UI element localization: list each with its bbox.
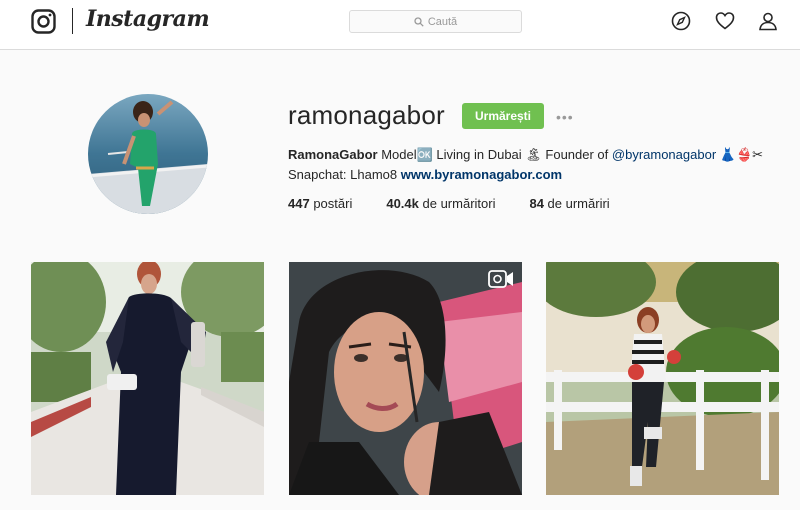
following-stat[interactable]: 84 de urmăriri bbox=[529, 196, 609, 211]
posts-label: postări bbox=[309, 196, 353, 211]
following-label: de urmăriri bbox=[543, 196, 610, 211]
post-photo-2 bbox=[289, 262, 522, 495]
posts-stat: 447 postări bbox=[288, 196, 352, 211]
post-thumbnail-2[interactable] bbox=[289, 262, 522, 495]
bio-snapchat-text: Snapchat: Lhamo8 bbox=[288, 167, 401, 182]
post-photo-3 bbox=[546, 262, 779, 495]
followers-label: de urmăritori bbox=[418, 196, 496, 211]
profile-avatar[interactable] bbox=[88, 94, 208, 214]
top-navigation-bar: Instagram Caută bbox=[0, 0, 800, 50]
video-camera-icon bbox=[488, 270, 513, 288]
post-thumbnail-3[interactable] bbox=[546, 262, 779, 495]
heart-icon[interactable] bbox=[715, 11, 735, 31]
profile-username: ramonagabor bbox=[288, 100, 445, 130]
search-placeholder: Caută bbox=[427, 15, 458, 28]
following-count: 84 bbox=[529, 196, 544, 211]
bio-text: Model🆗 Living in Dubai 🏝 Founder of bbox=[377, 147, 612, 162]
instagram-logo-icon[interactable] bbox=[31, 9, 56, 34]
post-photo-1 bbox=[31, 262, 264, 495]
post-thumbnail-1[interactable] bbox=[31, 262, 264, 495]
profile-website-link[interactable]: www.byramonagabor.com bbox=[401, 167, 562, 182]
bio-mention-link[interactable]: @byramonagabor bbox=[612, 147, 716, 162]
more-options-icon[interactable]: ••• bbox=[556, 109, 574, 125]
compass-icon[interactable] bbox=[671, 11, 691, 31]
profile-stats: 447 postări 40.4k de urmăritori 84 de ur… bbox=[288, 196, 644, 211]
search-icon bbox=[414, 16, 424, 27]
instagram-wordmark[interactable]: Instagram bbox=[86, 6, 210, 32]
user-icon[interactable] bbox=[758, 11, 778, 31]
bio-emoji: 👗👙✂ bbox=[716, 147, 764, 162]
bio-line-1: RamonaGabor Model🆗 Living in Dubai 🏝 Fou… bbox=[288, 147, 763, 163]
followers-count: 40.4k bbox=[386, 196, 419, 211]
followers-stat[interactable]: 40.4k de urmăritori bbox=[386, 196, 495, 211]
avatar-photo bbox=[88, 94, 208, 214]
posts-count: 447 bbox=[288, 196, 310, 211]
profile-full-name: RamonaGabor bbox=[288, 147, 378, 162]
logo-divider bbox=[72, 8, 73, 34]
search-input[interactable]: Caută bbox=[349, 10, 522, 33]
following-button[interactable]: Urmărești bbox=[462, 103, 544, 129]
bio-line-2: Snapchat: Lhamo8 www.byramonagabor.com bbox=[288, 167, 562, 182]
